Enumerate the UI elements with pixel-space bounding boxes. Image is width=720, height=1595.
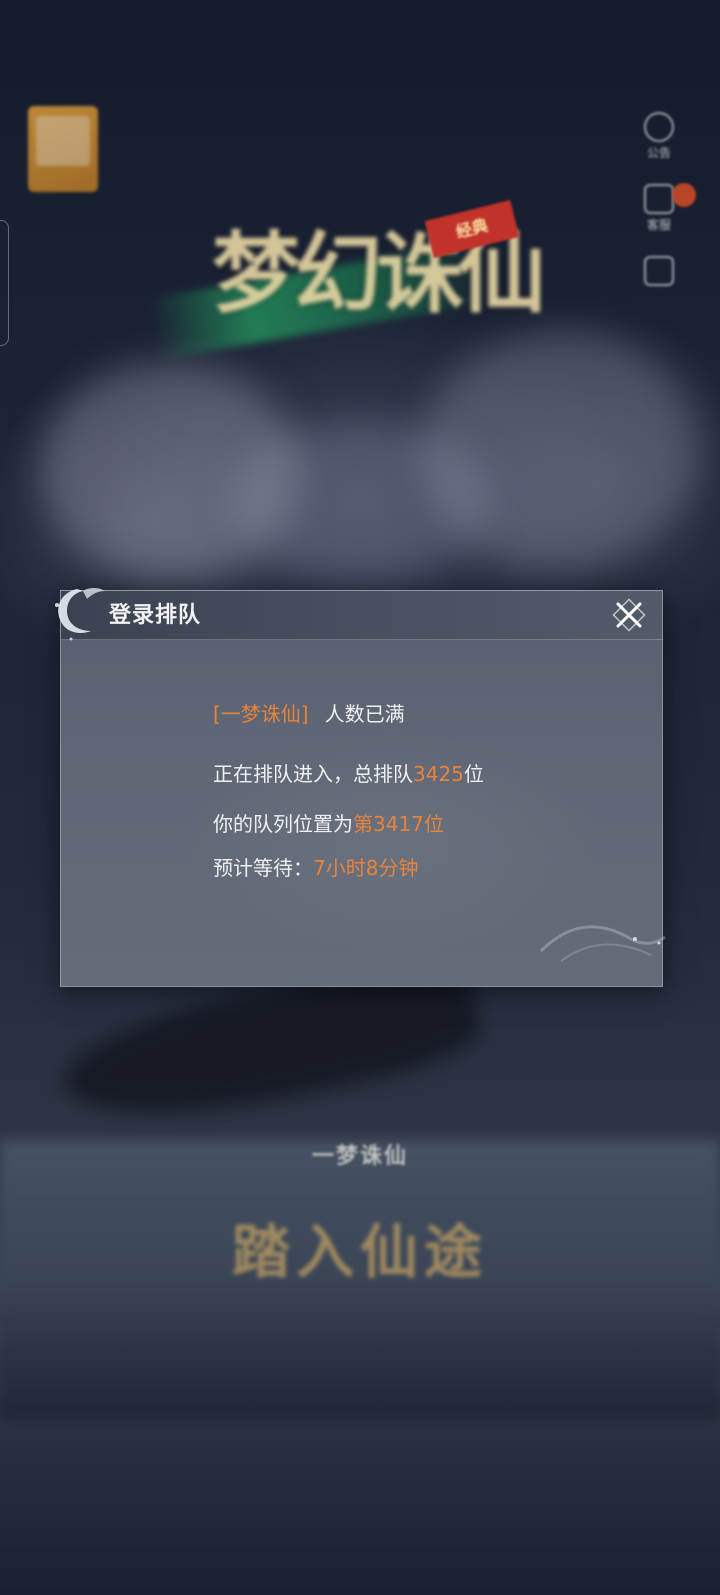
dialog-title: 登录排队 <box>109 603 202 628</box>
tree-blossom-center <box>230 420 490 580</box>
left-edge-handle[interactable] <box>0 220 9 346</box>
server-status: 人数已满 <box>324 702 405 726</box>
game-login-screen: 梦幻诛仙 经典 公告 客服 一梦诛仙 踏入仙途 登录排队 [一梦诛仙] 人数已满… <box>0 0 720 1595</box>
queue-position-line: 你的队列位置为第3417位 <box>213 811 444 837</box>
side-menu-label: 客服 <box>646 218 671 232</box>
side-menu-announcement[interactable]: 公告 <box>636 112 682 160</box>
announcement-icon <box>644 112 674 142</box>
login-queue-dialog: 登录排队 [一梦诛仙] 人数已满 正在排队进入，总排队3425位 你的队列位置为第… <box>55 588 666 987</box>
wait-time-line: 预计等待：7小时8分钟 <box>213 855 418 881</box>
queue-total-label: 正在排队进入，总排队 <box>213 762 413 786</box>
dialog-header: 登录排队 <box>55 588 662 641</box>
more-icon <box>644 256 674 286</box>
close-icon[interactable] <box>609 595 649 635</box>
side-menu: 公告 客服 <box>636 112 686 310</box>
queue-total-suffix: 位 <box>463 762 484 786</box>
service-icon <box>644 184 674 214</box>
game-title-logo: 梦幻诛仙 <box>212 222 546 325</box>
notification-badge <box>672 183 696 207</box>
wait-time-value: 7小时8分钟 <box>313 856 419 880</box>
queue-position-value: 第3417位 <box>353 812 444 836</box>
server-name: [一梦诛仙] <box>213 702 309 726</box>
server-status-line: [一梦诛仙] 人数已满 <box>213 701 405 727</box>
queue-total-line: 正在排队进入，总排队3425位 <box>213 761 484 787</box>
wave-ornament <box>539 925 666 962</box>
queue-position-label: 你的队列位置为 <box>213 812 353 836</box>
legal-notice <box>40 1350 680 1356</box>
tagline-small: 一梦诛仙 <box>311 1144 408 1169</box>
queue-total-value: 3425 <box>413 762 464 786</box>
tagline-large: 踏入仙途 <box>231 1218 488 1286</box>
crest-ornament-icon <box>55 588 105 641</box>
publisher-logo <box>28 106 98 192</box>
side-menu-label: 公告 <box>646 146 671 160</box>
wait-time-label: 预计等待： <box>213 856 313 880</box>
side-menu-more[interactable] <box>636 256 682 286</box>
